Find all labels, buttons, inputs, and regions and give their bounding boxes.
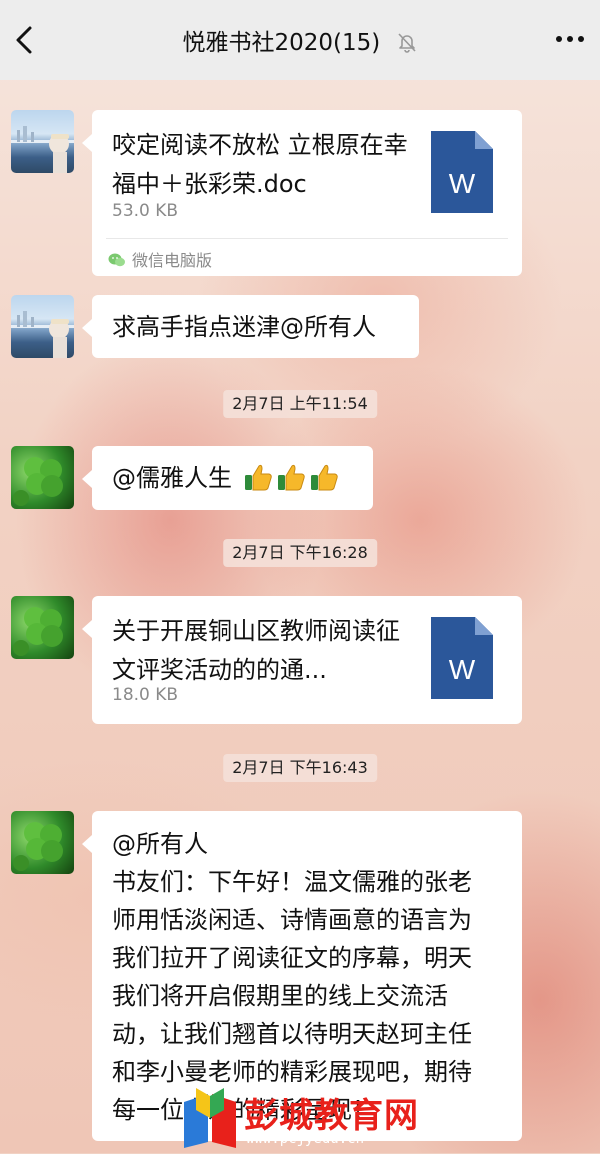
- message-line: 动，让我们翘首以待明天赵珂主任: [112, 1020, 472, 1048]
- timestamp: 2月7日 下午16:28: [223, 539, 377, 567]
- thumbs-up-icon: [244, 464, 272, 491]
- watermark-text: 彭城教育网: [244, 1096, 419, 1136]
- divider: [106, 238, 508, 239]
- message-line: 书友们：下午好！温文儒雅的张老: [112, 868, 472, 896]
- word-document-icon: W: [431, 617, 493, 699]
- message-line: @儒雅人生: [112, 459, 339, 497]
- file-name: 关于开展铜山区教师阅读征文评奖活动的的通...: [112, 617, 400, 684]
- site-watermark: 彭城教育网 www.pcjyedu.cn: [180, 1088, 450, 1153]
- file-message-bubble[interactable]: 咬定阅读不放松 立根原在幸福中＋张彩荣.doc 53.0 KB W 微信电脑版: [82, 110, 522, 276]
- message-line: 师用恬淡闲适、诗情画意的语言为: [112, 906, 472, 934]
- source-label: 微信电脑版: [108, 247, 212, 271]
- avatar[interactable]: [11, 811, 74, 874]
- watermark-url: www.pcjyedu.cn: [246, 1131, 365, 1147]
- avatar[interactable]: [11, 295, 74, 358]
- chat-header: 悦雅书社2020(15): [0, 0, 600, 80]
- file-size: 53.0 KB: [112, 201, 179, 221]
- chat-title-text: 悦雅书社2020(15): [182, 30, 381, 56]
- thumbs-up-icon: [310, 464, 338, 491]
- message-line: 和李小曼老师的精彩展现吧，期待: [112, 1058, 472, 1086]
- bell-muted-icon: [397, 33, 416, 53]
- svg-text:W: W: [449, 168, 476, 199]
- timestamp: 2月7日 下午16:43: [223, 754, 377, 782]
- avatar[interactable]: [11, 110, 74, 173]
- message-line: 我们拉开了阅读征文的序幕，明天: [112, 944, 472, 972]
- text-message-bubble[interactable]: @儒雅人生: [82, 446, 373, 510]
- avatar[interactable]: [11, 446, 74, 509]
- source-text: 微信电脑版: [132, 251, 213, 270]
- svg-text:W: W: [449, 654, 476, 685]
- clover-avatar-icon: [13, 607, 63, 656]
- thumbs-up-icon: [277, 464, 305, 491]
- word-document-icon: W: [431, 131, 493, 213]
- file-name: 咬定阅读不放松 立根原在幸福中＋张彩荣.doc: [112, 131, 408, 198]
- message-line: 我们将开启假期里的线上交流活: [112, 982, 448, 1010]
- clover-avatar-icon: [13, 457, 63, 506]
- message-text: @所有人 书友们：下午好！温文儒雅的张老 师用恬淡闲适、诗情画意的语言为 我们拉…: [112, 825, 512, 1129]
- file-message-bubble[interactable]: 关于开展铜山区教师阅读征文评奖活动的的通... 18.0 KB W: [82, 596, 522, 724]
- message-text: @儒雅人生: [112, 464, 232, 492]
- clover-avatar-icon: [13, 822, 63, 871]
- book-logo-icon: [184, 1088, 236, 1148]
- chat-title: 悦雅书社2020(15): [0, 23, 600, 57]
- text-message-bubble[interactable]: 求高手指点迷津@所有人: [82, 295, 419, 358]
- message-line: @所有人: [112, 830, 208, 858]
- seaside-photo-avatar-icon: [11, 126, 74, 173]
- avatar[interactable]: [11, 596, 74, 659]
- timestamp: 2月7日 上午11:54: [223, 390, 377, 418]
- file-size: 18.0 KB: [112, 685, 179, 705]
- seaside-photo-avatar-icon: [11, 311, 74, 358]
- more-dots-icon[interactable]: [552, 24, 588, 54]
- wechat-icon: [108, 253, 125, 267]
- message-text: 求高手指点迷津@所有人: [112, 313, 376, 341]
